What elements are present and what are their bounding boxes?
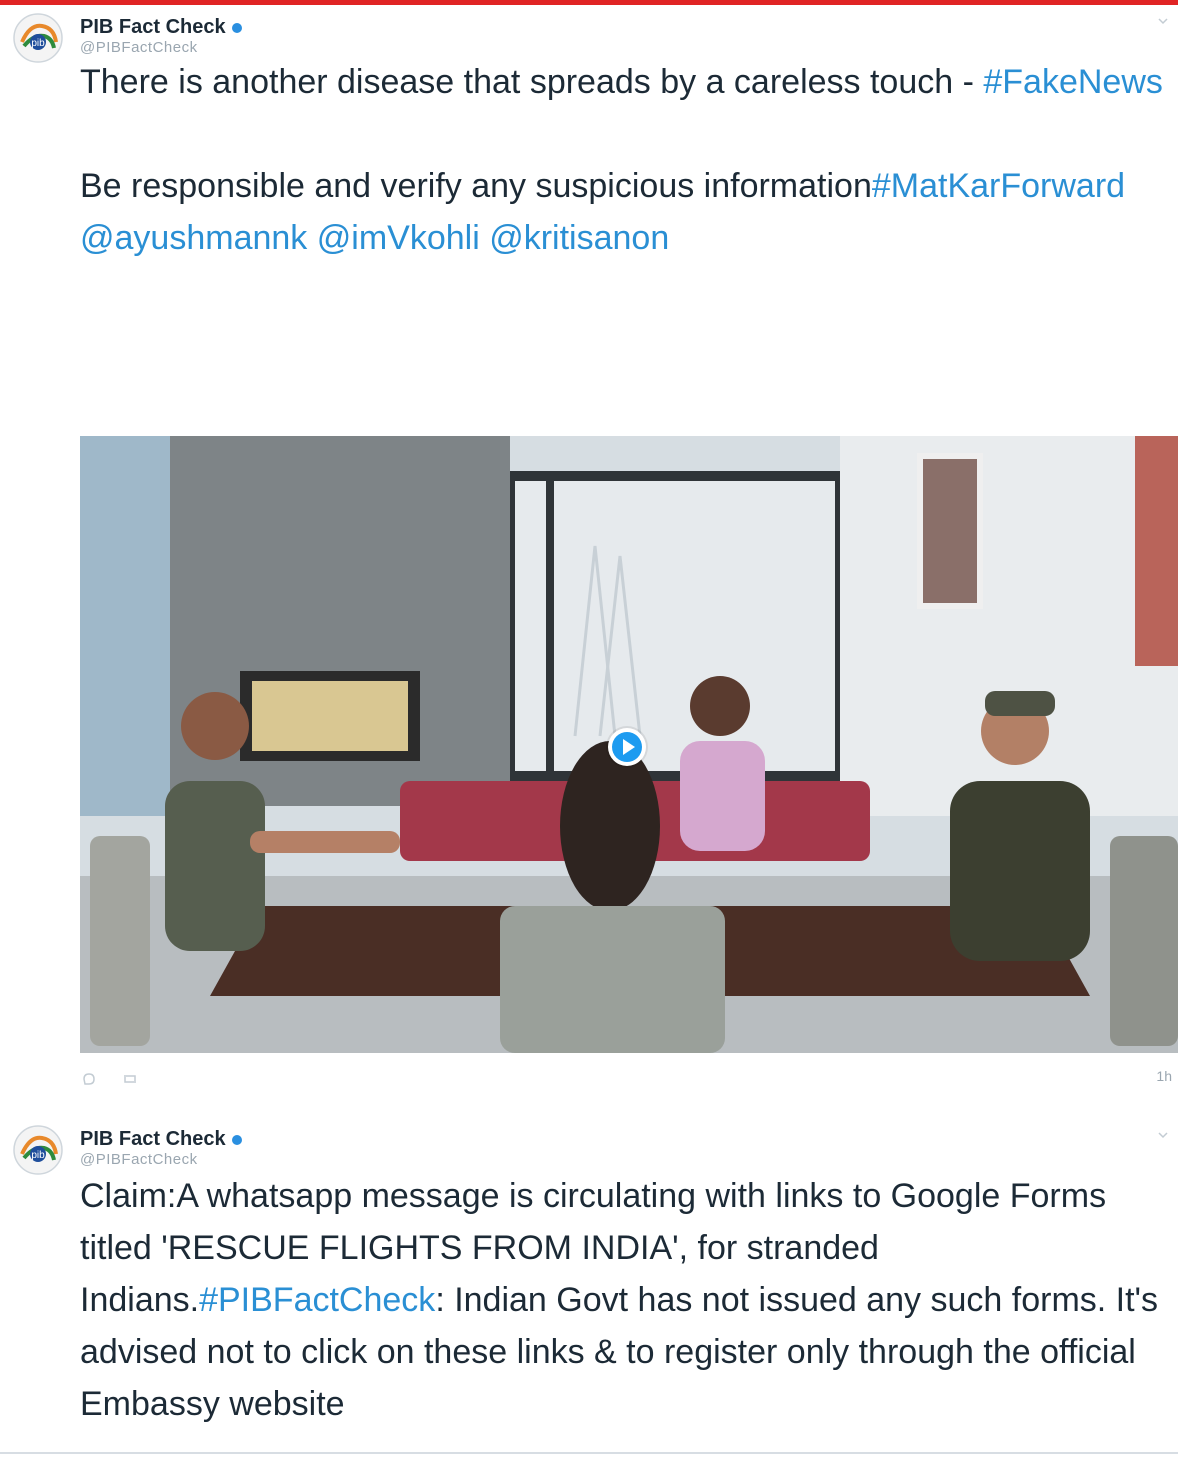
author-name[interactable]: PIB Fact Check [80,16,242,38]
pib-logo-icon[interactable]: pib [12,12,64,64]
author-handle[interactable]: @PIBFactCheck [80,1152,198,1168]
tweet-text-segment [480,219,489,257]
tweet-text-segment: There is another disease that spreads by… [80,63,984,101]
tweet-text-segment [307,219,316,257]
tweet-1: pib PIB Fact Check @PIBFactCheck There i… [0,0,1178,1100]
play-icon [623,739,635,755]
svg-text:pib: pib [31,38,45,49]
author-name-text[interactable]: PIB Fact Check [80,1128,226,1150]
author-handle[interactable]: @PIBFactCheck [80,40,198,56]
reply-icon[interactable] [82,1072,96,1086]
verified-icon [231,1134,242,1145]
pib-logo-icon[interactable]: pib [12,1124,64,1176]
verified-icon [231,22,242,33]
retweet-icon[interactable] [122,1072,138,1086]
tweet-paragraph-1: There is another disease that spreads by… [80,56,1175,108]
tweet-timestamp[interactable]: 1h [1156,1068,1172,1084]
tweet-text: There is another disease that spreads by… [80,56,1175,264]
chevron-down-icon[interactable] [1158,16,1168,26]
tweet-paragraph-1: Claim:A whatsapp message is circulating … [80,1170,1175,1430]
bottom-divider [0,1452,1178,1454]
tweet-paragraph-2: Be responsible and verify any suspicious… [80,160,1175,264]
hashtag-link[interactable]: #PIBFactCheck [199,1281,435,1319]
chevron-down-icon[interactable] [1158,1130,1168,1140]
hashtag-link[interactable]: #FakeNews [983,63,1163,101]
mention-link[interactable]: @kritisanon [489,219,669,257]
author-name-text[interactable]: PIB Fact Check [80,16,226,38]
svg-text:pib: pib [31,1150,45,1161]
mention-link[interactable]: @imVkohli [317,219,480,257]
mention-link[interactable]: @ayushmannk [80,219,307,257]
author-name[interactable]: PIB Fact Check [80,1128,242,1150]
hashtag-link[interactable]: #MatKarForward [872,167,1125,205]
tweet-text: Claim:A whatsapp message is circulating … [80,1170,1175,1430]
tweet-text-segment: Be responsible and verify any suspicious… [80,167,872,205]
tweet-2: pib PIB Fact Check @PIBFactCheck Claim:A… [0,1100,1178,1452]
